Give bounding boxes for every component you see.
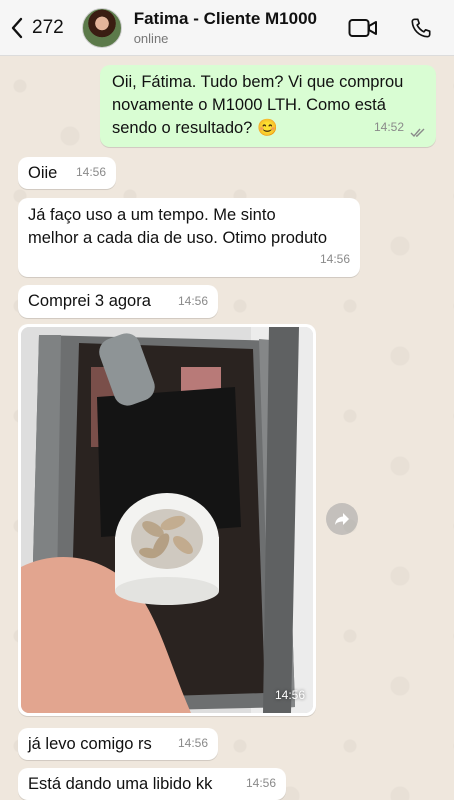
chat-header: 272 Fatima - Cliente M1000 online — [0, 0, 454, 56]
message-time: 14:56 — [319, 252, 350, 266]
unread-count: 272 — [32, 16, 64, 38]
forward-button[interactable] — [326, 503, 358, 535]
contact-status: online — [133, 31, 169, 46]
chevron-left-icon — [11, 17, 23, 38]
message-incoming[interactable]: já levo comigo rs 14:56 — [18, 728, 218, 760]
message-text: Já faço uso a um tempo. Me sinto melhor … — [28, 206, 328, 247]
message-text: Está dando uma libido kk — [28, 775, 213, 793]
message-text: Oiie — [28, 164, 58, 182]
message-incoming[interactable]: Está dando uma libido kk 14:56 — [18, 768, 286, 800]
read-ticks-icon — [410, 128, 425, 138]
message-incoming[interactable]: Já faço uso a um tempo. Me sinto melhor … — [18, 198, 360, 277]
image-message[interactable]: 14:56 — [18, 324, 316, 716]
message-time: 14:56 — [245, 776, 276, 790]
video-call-icon[interactable] — [348, 18, 378, 38]
chat-area[interactable]: Oii, Fátima. Tudo bem? Vi que comprou no… — [0, 56, 454, 800]
message-time: 14:56 — [274, 688, 305, 702]
message-time: 14:56 — [177, 736, 208, 750]
message-incoming[interactable]: Comprei 3 agora 14:56 — [18, 285, 218, 318]
message-time: 14:56 — [75, 165, 106, 179]
forward-icon — [335, 513, 349, 525]
back-button[interactable]: 272 — [10, 17, 64, 39]
message-photo[interactable]: 14:56 — [21, 327, 313, 713]
message-outgoing[interactable]: Oii, Fátima. Tudo bem? Vi que comprou no… — [100, 65, 436, 147]
message-time: 14:52 — [373, 120, 404, 134]
phone-icon[interactable] — [410, 17, 432, 39]
message-text: já levo comigo rs — [28, 735, 152, 753]
message-text: Comprei 3 agora — [28, 292, 151, 310]
avatar[interactable] — [81, 7, 122, 48]
contact-name: Fatima - Cliente M1000 — [133, 9, 317, 28]
message-incoming[interactable]: Oiie 14:56 — [18, 157, 116, 189]
contact-info[interactable]: Fatima - Cliente M1000 online — [134, 9, 317, 46]
message-time: 14:56 — [177, 294, 208, 308]
